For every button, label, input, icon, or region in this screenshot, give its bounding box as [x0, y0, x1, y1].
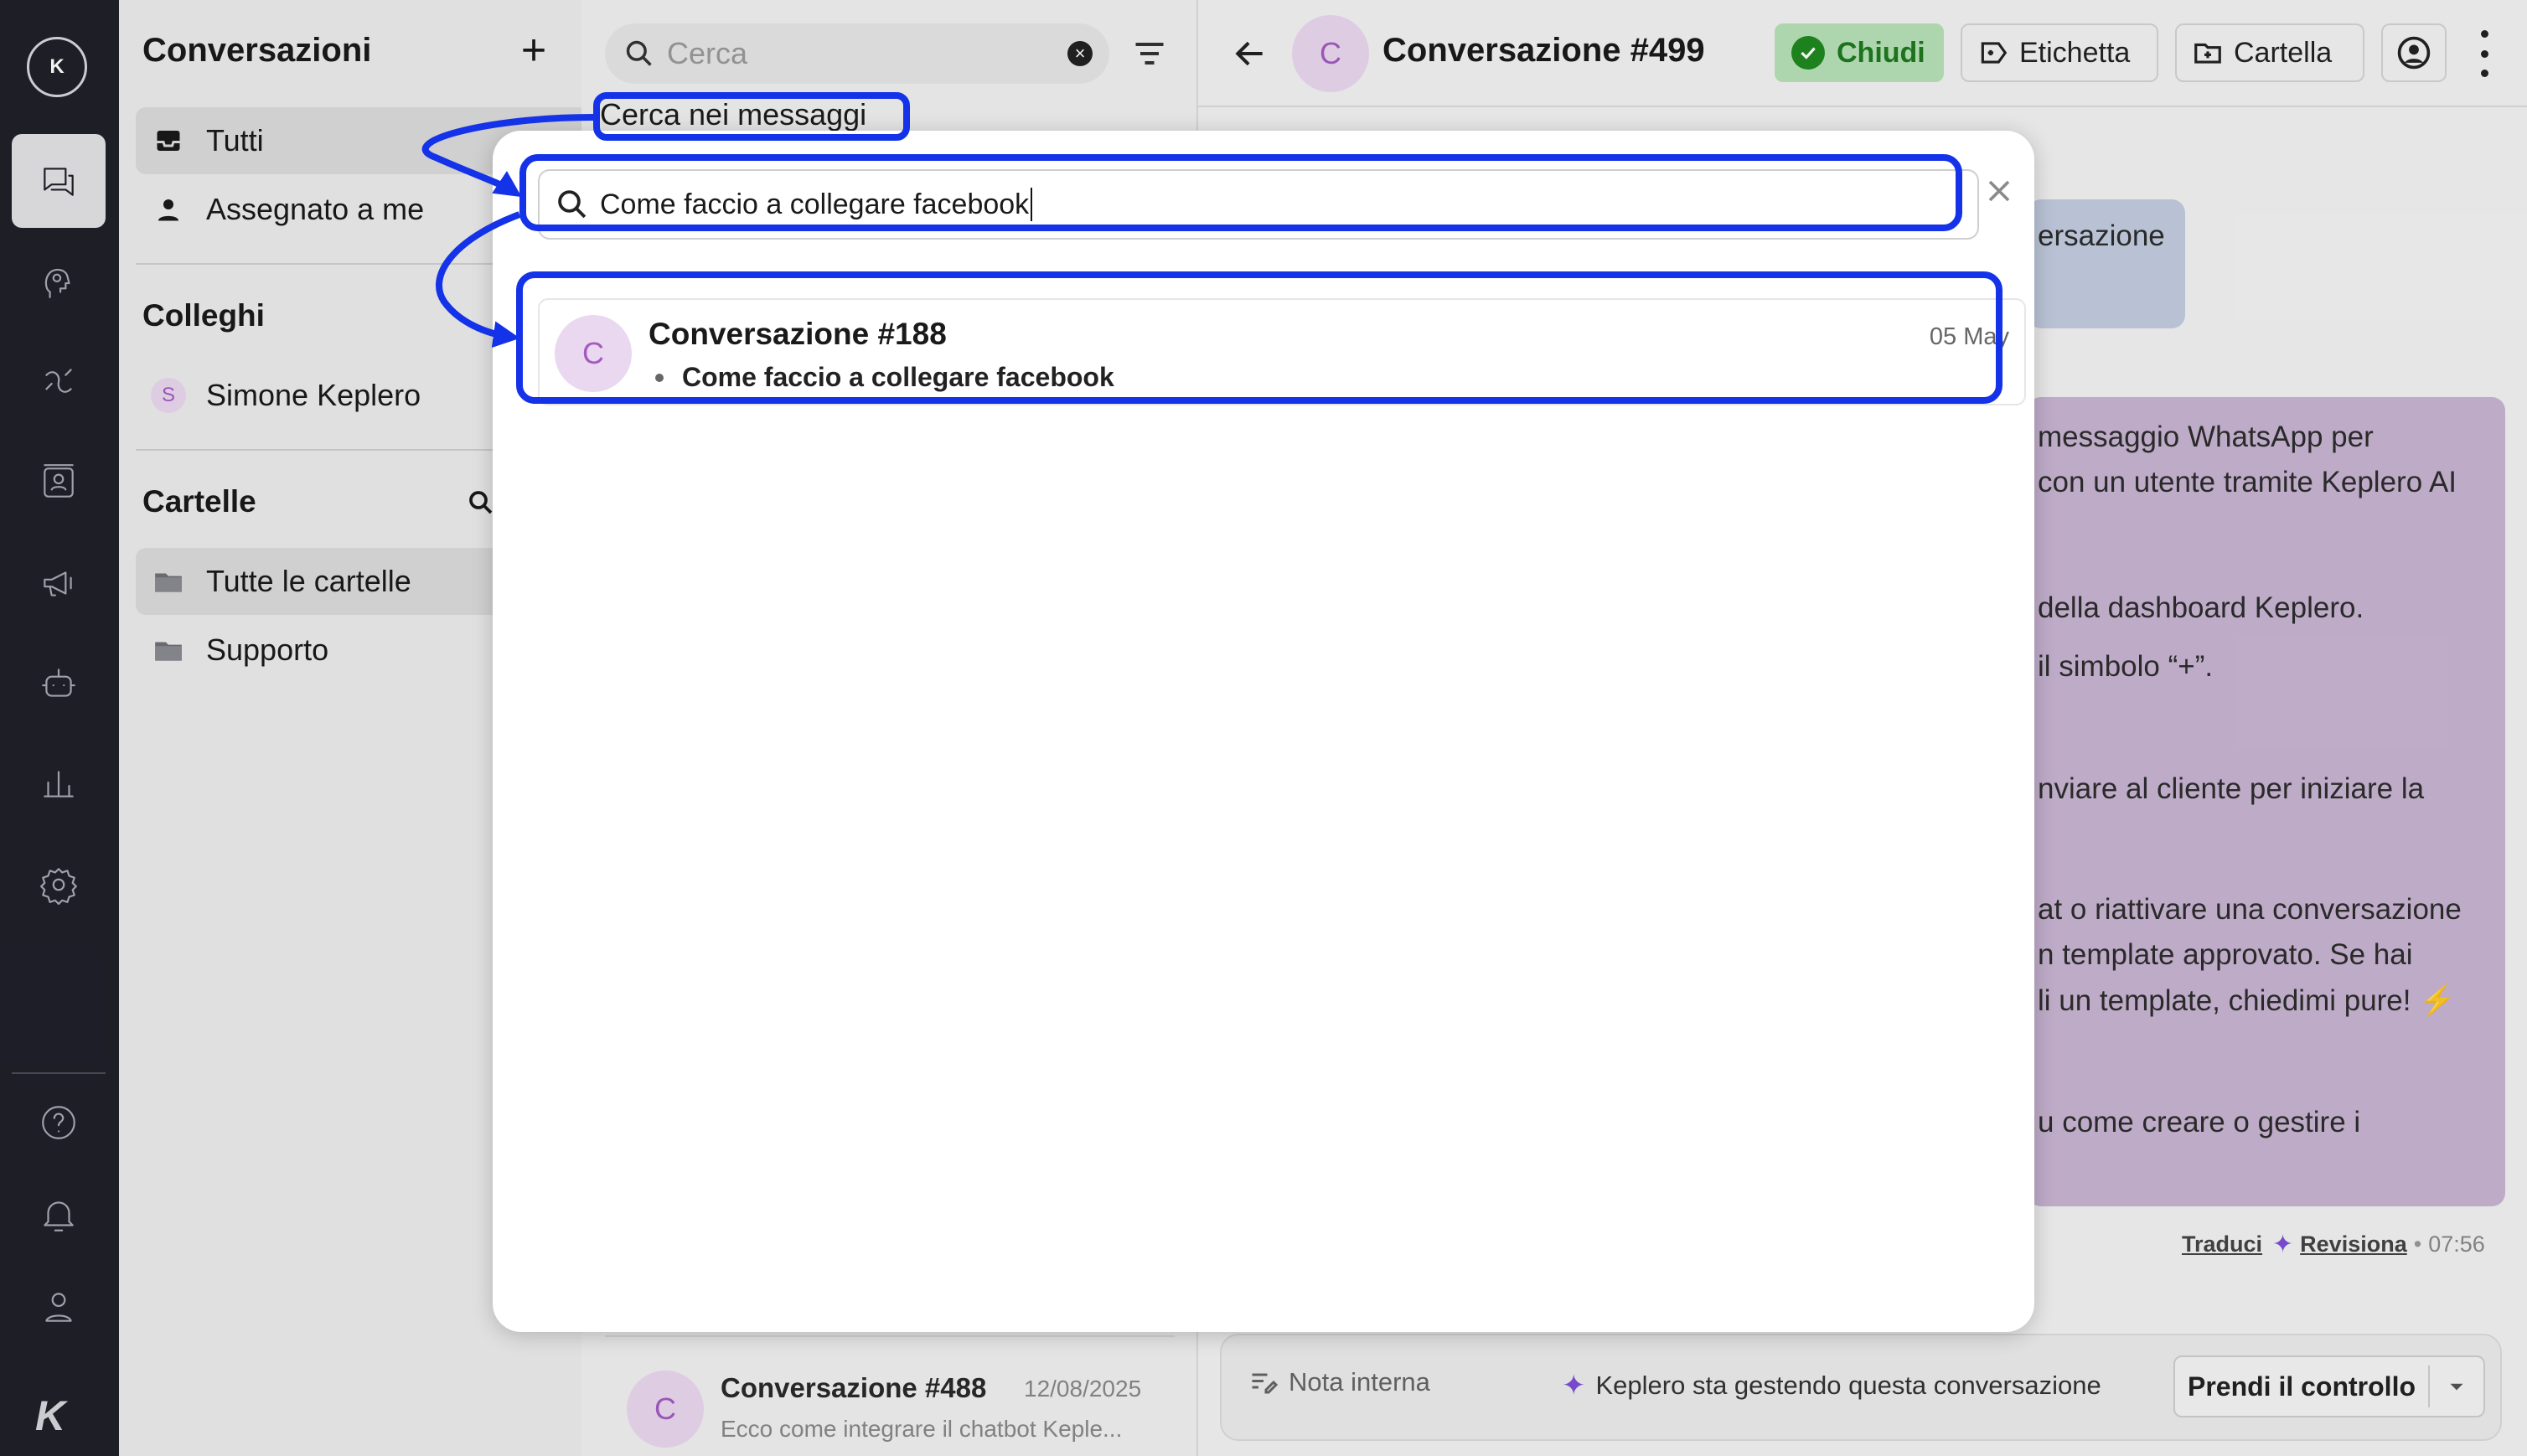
highlight-search-field — [519, 154, 1962, 231]
highlight-search-messages — [593, 92, 910, 141]
close-modal-icon[interactable] — [1981, 173, 2018, 209]
highlight-search-result — [516, 271, 2002, 404]
